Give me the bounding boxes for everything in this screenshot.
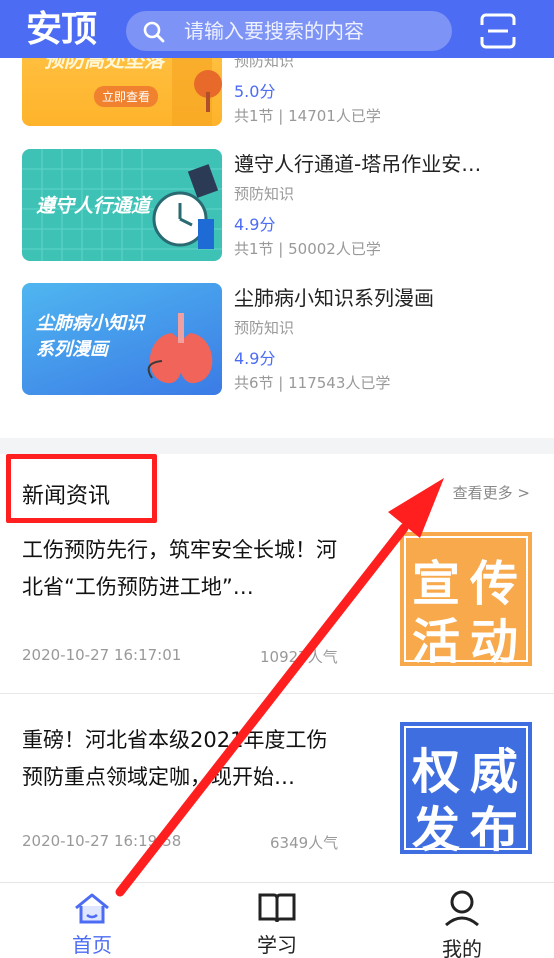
news-item[interactable]: 重磅！河北省本级2021年度工伤预防重点领域定咖，现开始… 2020-10-27… bbox=[0, 722, 554, 872]
thumbnail-text: 系列漫画 bbox=[36, 339, 108, 360]
view-more-link[interactable]: 查看更多 > bbox=[453, 482, 530, 503]
course-category: 预防知识 bbox=[234, 185, 295, 203]
thumbnail-text: 遵守人行通道 bbox=[36, 195, 151, 217]
thumbnail-char: 布 bbox=[470, 802, 519, 858]
home-icon bbox=[75, 893, 109, 924]
app-logo[interactable]: 安顶 bbox=[26, 6, 97, 52]
scan-icon[interactable] bbox=[478, 11, 518, 51]
tab-home[interactable]: 首页 bbox=[32, 883, 152, 958]
tab-label: 学习 bbox=[257, 933, 297, 957]
book-icon bbox=[258, 893, 296, 923]
app-header: 安顶 请输入要搜索的内容 bbox=[0, 0, 554, 58]
course-score: 5.0分 bbox=[234, 82, 276, 101]
tab-profile[interactable]: 我的 bbox=[402, 883, 522, 958]
news-item[interactable]: 工伤预防先行，筑牢安全长城！河北省“工伤预防进工地”… 2020-10-27 1… bbox=[0, 532, 554, 692]
tab-label: 首页 bbox=[72, 933, 112, 957]
course-meta: 共6节 | 117543人已学 bbox=[234, 374, 391, 392]
course-thumbnail: 尘肺病小知识 系列漫画 bbox=[22, 283, 222, 395]
search-placeholder: 请输入要搜索的内容 bbox=[184, 19, 364, 43]
news-thumbnail: 权 威 发 布 bbox=[400, 722, 532, 858]
highlight-box bbox=[6, 454, 157, 523]
thumbnail-char: 活 bbox=[412, 614, 461, 670]
search-bar[interactable]: 请输入要搜索的内容 bbox=[126, 11, 452, 51]
tab-study[interactable]: 学习 bbox=[217, 883, 337, 958]
news-title: 工伤预防先行，筑牢安全长城！河北省“工伤预防进工地”… bbox=[22, 538, 337, 599]
user-icon bbox=[445, 890, 479, 927]
course-meta: 共1节 | 50002人已学 bbox=[234, 240, 381, 258]
course-card[interactable]: 尘肺病小知识 系列漫画 尘肺病小知识系列漫画 预防知识 4.9分 共6节 | 1… bbox=[0, 283, 554, 403]
thumbnail-text: 尘肺病小知识 bbox=[36, 313, 144, 334]
course-score: 4.9分 bbox=[234, 349, 276, 368]
course-card[interactable]: 遵守人行通道 遵守人行通道-塔吊作业安… 预防知识 4.9分 共1节 | 500… bbox=[0, 149, 554, 269]
thumbnail-char: 动 bbox=[470, 614, 519, 670]
tab-label: 我的 bbox=[442, 937, 482, 958]
news-time: 2020-10-27 16:19:58 bbox=[22, 832, 182, 850]
course-thumbnail: 遵守人行通道 bbox=[22, 149, 222, 261]
course-title: 尘肺病小知识系列漫画 bbox=[234, 286, 434, 310]
thumbnail-button: 立即查看 bbox=[94, 86, 159, 107]
news-time: 2020-10-27 16:17:01 bbox=[22, 646, 182, 664]
course-title: 遵守人行通道-塔吊作业安… bbox=[234, 152, 482, 176]
section-divider bbox=[0, 438, 554, 454]
course-score: 4.9分 bbox=[234, 215, 276, 234]
news-popularity: 10927人气 bbox=[260, 648, 338, 666]
thumbnail-char: 发 bbox=[412, 802, 461, 858]
divider bbox=[0, 693, 554, 694]
bottom-tab-bar: 首页 学习 我的 bbox=[0, 882, 554, 958]
course-category: 预防知识 bbox=[234, 319, 295, 337]
news-thumbnail: 宣 传 活 动 bbox=[400, 532, 532, 670]
search-icon bbox=[143, 21, 165, 43]
news-title: 重磅！河北省本级2021年度工伤预防重点领域定咖，现开始… bbox=[22, 728, 328, 789]
news-popularity: 6349人气 bbox=[270, 834, 339, 852]
course-meta: 共1节 | 14701人已学 bbox=[234, 107, 381, 125]
